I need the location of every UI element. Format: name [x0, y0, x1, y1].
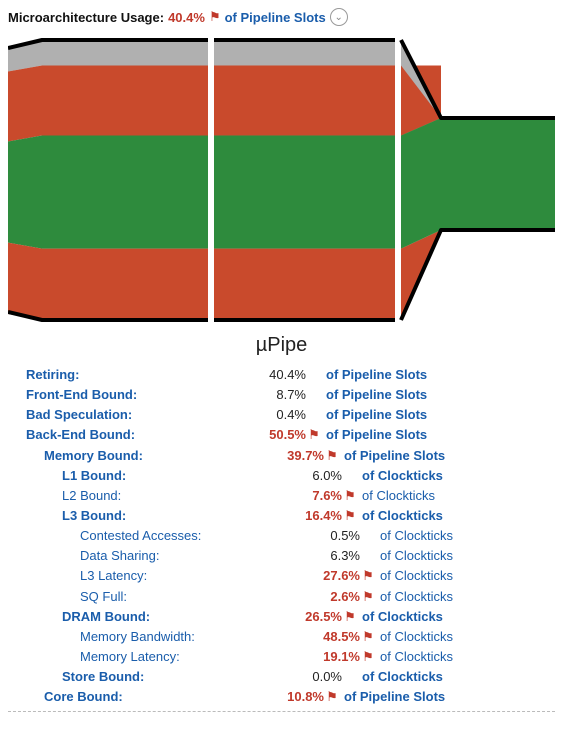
metric-row: Contested Accesses:0.5% of Clockticks — [8, 526, 555, 546]
flag-icon: ⚑ — [209, 9, 221, 25]
metric-row: DRAM Bound:26.5%⚑of Clockticks — [8, 607, 555, 627]
metrics-table: Retiring:40.4%of Pipeline SlotsFront-End… — [8, 365, 555, 712]
metric-name[interactable]: Back-End Bound: — [8, 425, 246, 445]
summary-header: Microarchitecture Usage: 40.4% ⚑ of Pipe… — [8, 8, 555, 26]
summary-value: 40.4% — [168, 10, 205, 25]
metric-value: 0.5% — [300, 526, 360, 546]
metric-row: L2 Bound:7.6%⚑of Clockticks — [8, 486, 555, 506]
metric-unit[interactable]: of Clockticks — [358, 667, 555, 687]
metric-row: Core Bound:10.8%⚑of Pipeline Slots — [8, 687, 555, 707]
metric-name[interactable]: L2 Bound: — [8, 486, 282, 506]
metric-row: Back-End Bound:50.5%⚑of Pipeline Slots — [8, 425, 555, 445]
metric-value: 8.7% — [246, 385, 306, 405]
metric-name[interactable]: L3 Bound: — [8, 506, 282, 526]
metric-row: Memory Latency:19.1%⚑of Clockticks — [8, 647, 555, 667]
metric-row: Memory Bound:39.7%⚑of Pipeline Slots — [8, 446, 555, 466]
metric-value: 0.4% — [246, 405, 306, 425]
metric-name[interactable]: Memory Latency: — [8, 647, 300, 667]
metric-unit[interactable]: of Pipeline Slots — [322, 365, 555, 385]
summary-unit[interactable]: of Pipeline Slots — [225, 10, 326, 25]
metric-value: 27.6% — [300, 566, 360, 586]
micropipe-diagram — [8, 30, 555, 330]
flag-icon: ⚑ — [360, 647, 376, 667]
metric-name[interactable]: Data Sharing: — [8, 546, 300, 566]
flag-icon: ⚑ — [342, 506, 358, 526]
flag-icon: ⚑ — [342, 486, 358, 506]
flag-icon: ⚑ — [360, 566, 376, 586]
metric-name[interactable]: L1 Bound: — [8, 466, 282, 486]
metric-value: 2.6% — [300, 587, 360, 607]
micropipe-svg — [8, 30, 555, 330]
metric-name[interactable]: Bad Speculation: — [8, 405, 246, 425]
metric-row: L1 Bound:6.0% of Clockticks — [8, 466, 555, 486]
metric-name[interactable]: Front-End Bound: — [8, 385, 246, 405]
metric-row: Data Sharing:6.3% of Clockticks — [8, 546, 555, 566]
expand-button[interactable]: ⌄ — [330, 8, 348, 26]
metric-value: 0.0% — [282, 667, 342, 687]
flag-icon: ⚑ — [306, 425, 322, 445]
metric-value: 10.8% — [264, 687, 324, 707]
metric-unit[interactable]: of Clockticks — [376, 587, 555, 607]
metric-name[interactable]: Core Bound: — [8, 687, 264, 707]
flag-icon: ⚑ — [324, 446, 340, 466]
metric-value: 48.5% — [300, 627, 360, 647]
metric-name[interactable]: Store Bound: — [8, 667, 282, 687]
metric-unit[interactable]: of Clockticks — [376, 627, 555, 647]
metric-name[interactable]: L3 Latency: — [8, 566, 300, 586]
metric-unit[interactable]: of Clockticks — [358, 486, 555, 506]
metric-unit[interactable]: of Clockticks — [358, 466, 555, 486]
metric-unit[interactable]: of Pipeline Slots — [322, 425, 555, 445]
metric-unit[interactable]: of Clockticks — [376, 566, 555, 586]
metric-value: 40.4% — [246, 365, 306, 385]
metric-row: L3 Bound:16.4%⚑of Clockticks — [8, 506, 555, 526]
metric-unit[interactable]: of Pipeline Slots — [322, 405, 555, 425]
metric-name[interactable]: Retiring: — [8, 365, 246, 385]
metric-row: Store Bound:0.0% of Clockticks — [8, 667, 555, 687]
metric-row: Memory Bandwidth:48.5%⚑of Clockticks — [8, 627, 555, 647]
metric-row: Front-End Bound:8.7% of Pipeline Slots — [8, 385, 555, 405]
metric-unit[interactable]: of Clockticks — [376, 647, 555, 667]
metric-row: Retiring:40.4% of Pipeline Slots — [8, 365, 555, 385]
metric-value: 6.0% — [282, 466, 342, 486]
metric-row: Bad Speculation:0.4% of Pipeline Slots — [8, 405, 555, 425]
metric-value: 16.4% — [282, 506, 342, 526]
metric-name[interactable]: Memory Bound: — [8, 446, 264, 466]
metric-unit[interactable]: of Clockticks — [358, 607, 555, 627]
metric-value: 19.1% — [300, 647, 360, 667]
metric-value: 7.6% — [282, 486, 342, 506]
summary-label: Microarchitecture Usage: — [8, 10, 164, 25]
metric-value: 6.3% — [300, 546, 360, 566]
micropipe-title: µPipe — [8, 334, 555, 357]
metric-row: SQ Full:2.6%⚑of Clockticks — [8, 587, 555, 607]
metric-unit[interactable]: of Pipeline Slots — [340, 446, 555, 466]
chevron-down-icon: ⌄ — [335, 12, 343, 23]
metric-name[interactable]: DRAM Bound: — [8, 607, 282, 627]
metric-row: L3 Latency:27.6%⚑of Clockticks — [8, 566, 555, 586]
metric-unit[interactable]: of Clockticks — [376, 526, 555, 546]
metric-name[interactable]: SQ Full: — [8, 587, 300, 607]
metric-name[interactable]: Contested Accesses: — [8, 526, 300, 546]
flag-icon: ⚑ — [360, 627, 376, 647]
flag-icon: ⚑ — [324, 687, 340, 707]
flag-icon: ⚑ — [360, 587, 376, 607]
metric-value: 39.7% — [264, 446, 324, 466]
metric-unit[interactable]: of Pipeline Slots — [322, 385, 555, 405]
metric-unit[interactable]: of Clockticks — [358, 506, 555, 526]
metric-value: 26.5% — [282, 607, 342, 627]
metric-value: 50.5% — [246, 425, 306, 445]
metric-unit[interactable]: of Clockticks — [376, 546, 555, 566]
metric-name[interactable]: Memory Bandwidth: — [8, 627, 300, 647]
flag-icon: ⚑ — [342, 607, 358, 627]
metric-unit[interactable]: of Pipeline Slots — [340, 687, 555, 707]
